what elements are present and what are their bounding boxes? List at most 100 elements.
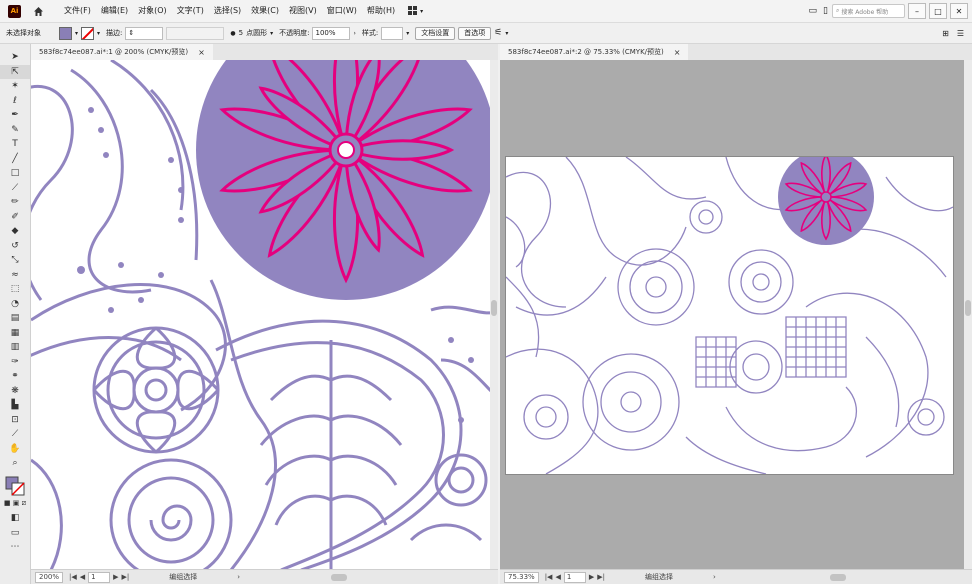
shaper-tool-icon[interactable]: ✐ [0, 210, 30, 225]
align-icon[interactable]: ⊞ [942, 29, 949, 38]
menu-edit[interactable]: 编辑(E) [96, 0, 133, 22]
scale-tool-icon[interactable]: ⤡ [0, 253, 30, 268]
eyedropper-tool-icon[interactable]: ✑ [0, 355, 30, 370]
document-setup-button[interactable]: 文档设置 [415, 26, 456, 40]
workspace-switcher[interactable]: ▾ [408, 6, 423, 16]
horizontal-scrollbar-right[interactable] [830, 574, 846, 581]
slice-tool-icon[interactable]: ⟋ [0, 427, 30, 442]
artboard-number-left[interactable]: 1 [88, 571, 111, 583]
status-arrow-icon[interactable]: › [237, 573, 240, 581]
artboard-number-right[interactable]: 1 [563, 571, 586, 583]
screen-mode-icon[interactable]: ▭ [0, 526, 30, 541]
fill-dropdown[interactable]: ▾ [75, 30, 78, 37]
selection-tool-icon[interactable]: ➤ [0, 50, 30, 65]
main-menu: 文件(F) 编辑(E) 对象(O) 文字(T) 选择(S) 效果(C) 视图(V… [59, 0, 400, 22]
free-transform-tool-icon[interactable]: ⬚ [0, 282, 30, 297]
canvas-right[interactable] [500, 60, 964, 570]
menu-view[interactable]: 视图(V) [284, 0, 322, 22]
symbol-sprayer-tool-icon[interactable]: ❋ [0, 384, 30, 399]
arrange-dropdown[interactable]: ▾ [505, 30, 508, 37]
shape-builder-tool-icon[interactable]: ◔ [0, 297, 30, 312]
direct-selection-tool-icon[interactable]: ⇱ [0, 64, 30, 79]
mesh-tool-icon[interactable]: ▦ [0, 326, 30, 341]
curvature-tool-icon[interactable]: ✎ [0, 123, 30, 138]
eraser-tool-icon[interactable]: ◆ [0, 224, 30, 239]
column-graph-tool-icon[interactable]: ▙ [0, 398, 30, 413]
current-tool-status-left: 编组选择 [169, 573, 198, 581]
rectangle-tool-icon[interactable]: □ [0, 166, 30, 181]
vertical-scrollbar-left[interactable] [490, 60, 498, 570]
paintbrush-tool-icon[interactable]: ⟋ [0, 181, 30, 196]
tab-document-2[interactable]: 583f8c74ee087.ai*:2 @ 75.33% (CMYK/预览) × [500, 44, 689, 60]
menu-bar: Ai 文件(F) 编辑(E) 对象(O) 文字(T) 选择(S) 效果(C) 视… [0, 0, 972, 23]
draw-mode-icon[interactable]: ◧ [0, 511, 30, 526]
width-tool-icon[interactable]: ≈ [0, 268, 30, 283]
minimize-button[interactable]: – [908, 3, 926, 19]
fill-stroke-widget[interactable] [0, 475, 30, 497]
stroke-swatch[interactable] [81, 26, 95, 40]
hand-tool-icon[interactable]: ✋ [0, 442, 30, 457]
opacity-input[interactable]: 100% [312, 26, 351, 40]
menu-select[interactable]: 选择(S) [209, 0, 246, 22]
home-icon[interactable] [31, 4, 45, 18]
fill-swatch[interactable] [59, 26, 72, 40]
perspective-grid-tool-icon[interactable]: ▤ [0, 311, 30, 326]
magic-wand-tool-icon[interactable]: ✶ [0, 79, 30, 94]
artboard-nav-right: |◀ ◀ 1 ▶ ▶| [545, 571, 605, 583]
close-tab-icon[interactable]: × [198, 48, 205, 57]
brush-dropdown[interactable]: ▾ [270, 30, 273, 37]
last-artboard-icon[interactable]: ▶| [122, 573, 130, 581]
arrange-icon[interactable]: ⚟ [494, 28, 502, 38]
menu-object[interactable]: 对象(O) [133, 0, 172, 22]
menu-file[interactable]: 文件(F) [59, 0, 96, 22]
type-tool-icon[interactable]: T [0, 137, 30, 152]
horizontal-scrollbar-left[interactable] [331, 574, 347, 581]
blend-tool-icon[interactable]: ⚭ [0, 369, 30, 384]
brush-point-value: 5 [238, 29, 244, 37]
vertical-scrollbar-right[interactable] [964, 60, 972, 570]
layout-icon[interactable]: ▯ [823, 6, 828, 16]
next-artboard-icon[interactable]: ▶ [113, 573, 118, 581]
menu-window[interactable]: 窗口(W) [322, 0, 362, 22]
prev-artboard-icon[interactable]: ◀ [555, 573, 560, 581]
rotate-tool-icon[interactable]: ↺ [0, 239, 30, 254]
lasso-tool-icon[interactable]: ℓ [0, 94, 30, 109]
brush-label: 点圆形 [246, 29, 268, 37]
next-artboard-icon[interactable]: ▶ [589, 573, 594, 581]
search-input[interactable]: ⌕ 搜索 Adobe 帮助 [832, 4, 905, 18]
color-mode-icons[interactable]: ■ ▣ ⧄ [0, 497, 30, 512]
preferences-button[interactable]: 首选项 [458, 26, 492, 40]
menu-effect[interactable]: 效果(C) [246, 0, 284, 22]
tab-document-1[interactable]: 583f8c74ee087.ai*:1 @ 200% (CMYK/预览) × [31, 44, 213, 60]
menu-type[interactable]: 文字(T) [172, 0, 209, 22]
panel-menu-icon[interactable]: ☰ [957, 29, 964, 38]
maximize-button[interactable]: □ [929, 3, 947, 19]
style-dropdown[interactable]: ▾ [406, 30, 409, 37]
pen-tool-icon[interactable]: ✒ [0, 108, 30, 123]
opacity-arrow[interactable]: › [353, 30, 355, 37]
first-artboard-icon[interactable]: |◀ [69, 573, 77, 581]
gradient-tool-icon[interactable]: ▥ [0, 340, 30, 355]
zoom-level-left[interactable]: 200% [35, 571, 64, 583]
variable-width-profile[interactable] [166, 26, 225, 40]
panel-toggle-icon[interactable]: ▭ [809, 6, 818, 16]
more-tools-icon[interactable]: ⋯ [0, 540, 30, 555]
first-artboard-icon[interactable]: |◀ [545, 573, 553, 581]
canvas-left[interactable] [31, 60, 490, 570]
stroke-dropdown[interactable]: ▾ [97, 30, 100, 37]
status-arrow-icon[interactable]: › [713, 573, 716, 581]
style-picker[interactable] [381, 26, 404, 40]
close-button[interactable]: ✕ [950, 3, 968, 19]
menu-help[interactable]: 帮助(H) [362, 0, 400, 22]
pencil-tool-icon[interactable]: ✏ [0, 195, 30, 210]
selection-status: 未选择对象 [6, 29, 41, 37]
document-window-left: 583f8c74ee087.ai*:1 @ 200% (CMYK/预览) × 2… [31, 44, 498, 584]
prev-artboard-icon[interactable]: ◀ [80, 573, 85, 581]
line-tool-icon[interactable]: ╱ [0, 152, 30, 167]
stroke-weight-input[interactable]: ⇕ [125, 26, 164, 40]
zoom-level-right[interactable]: 75.33% [504, 571, 539, 583]
close-tab-icon[interactable]: × [674, 48, 681, 57]
zoom-tool-icon[interactable]: ⌕ [0, 456, 30, 471]
last-artboard-icon[interactable]: ▶| [597, 573, 605, 581]
artboard-tool-icon[interactable]: ⊡ [0, 413, 30, 428]
